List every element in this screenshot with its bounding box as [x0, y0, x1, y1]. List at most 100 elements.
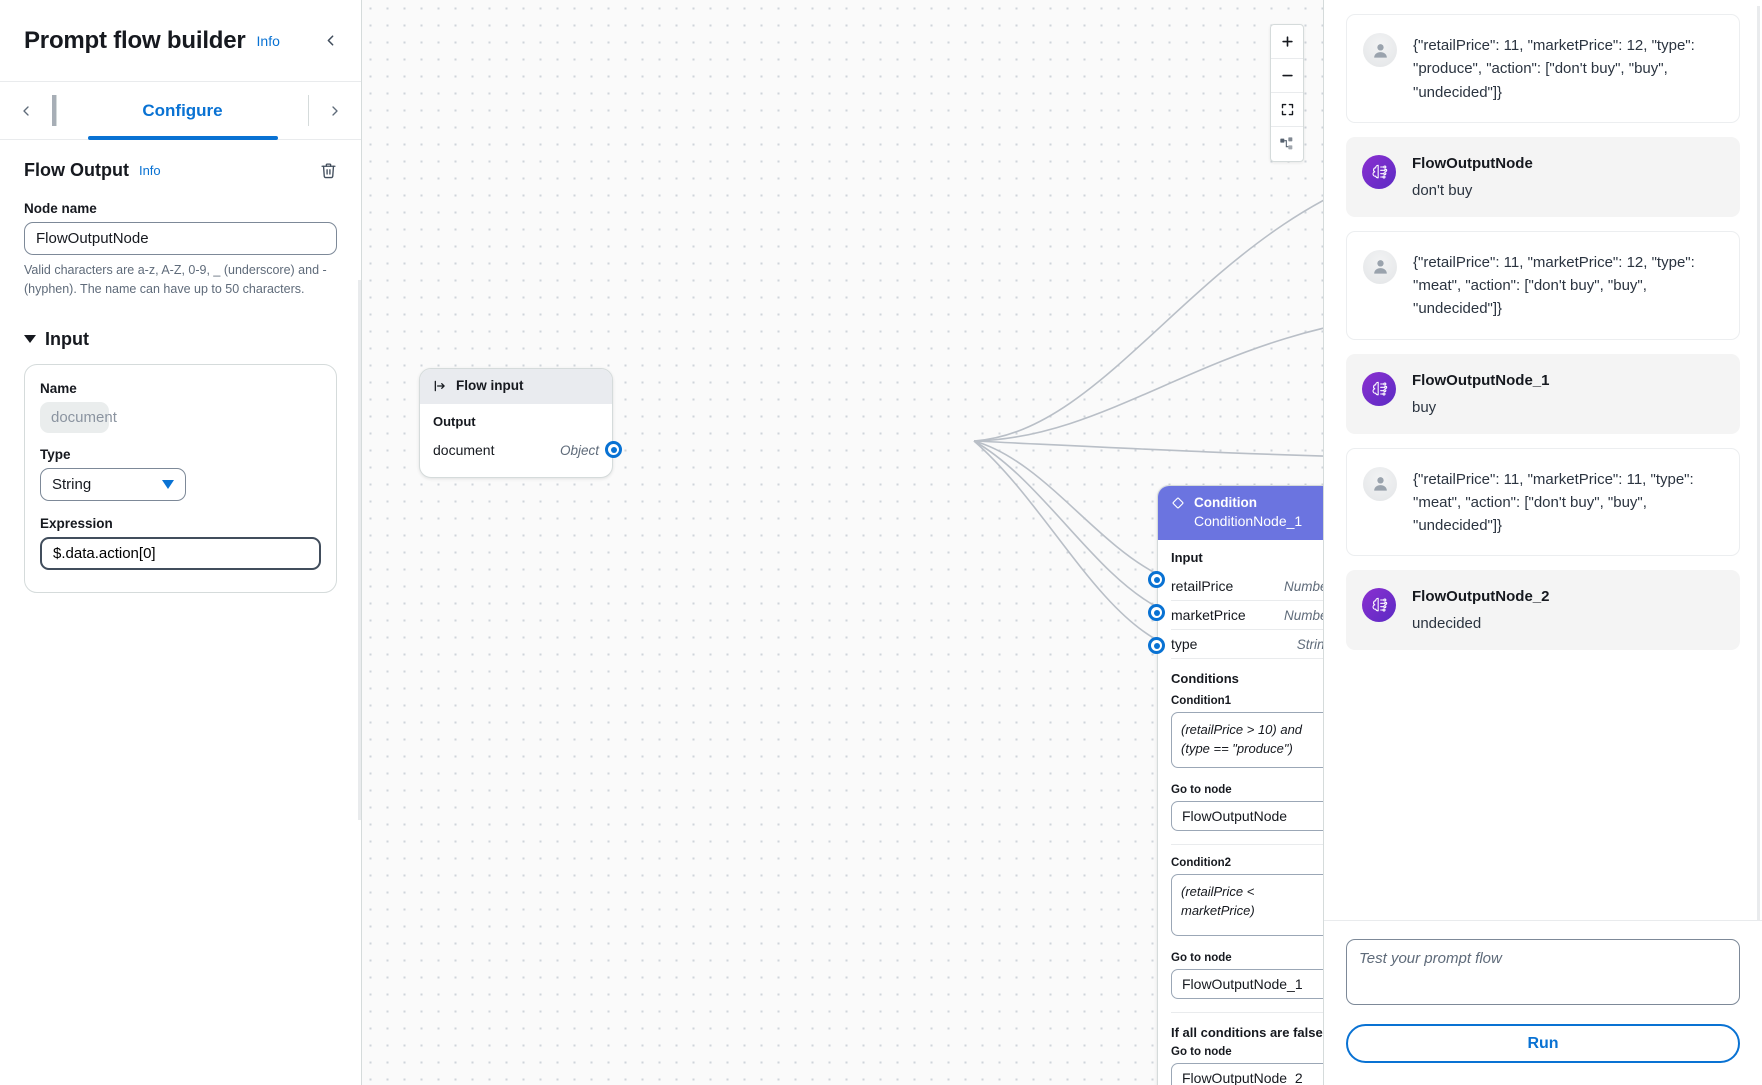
caret-down-icon	[24, 335, 36, 343]
port-condition-type-in[interactable]	[1148, 637, 1165, 654]
node-condition[interactable]: Condition ConditionNode_1 Input retailPr…	[1148, 485, 1324, 1085]
test-panel: {"retailPrice": 11, "marketPrice": 12, "…	[1324, 0, 1762, 1085]
node-flow-input-header: Flow input	[420, 369, 612, 404]
chat-message-bot: FlowOutputNode don't buy	[1346, 136, 1740, 217]
zoom-out-button[interactable]	[1271, 59, 1303, 93]
sidebar-tabs: Configure	[0, 82, 361, 140]
bot-avatar-icon	[1362, 154, 1396, 189]
condition1-label: Condition1	[1171, 695, 1232, 707]
port-flow-input-document-out[interactable]	[605, 441, 622, 458]
node-flow-input[interactable]: Flow input Output document Object	[419, 368, 622, 478]
node-name-input[interactable]	[24, 222, 337, 255]
chat-message-list: {"retailPrice": 11, "marketPrice": 12, "…	[1324, 0, 1762, 920]
sidebar-body: Flow Output Info Node name Valid charact…	[0, 140, 361, 1085]
conditions-divider-2	[1171, 1012, 1323, 1013]
goto3-node-select[interactable]: FlowOutputNode_2	[1171, 1063, 1323, 1085]
tabs-prev-button[interactable]	[0, 82, 52, 139]
node-condition-input-row: retailPrice Number	[1171, 572, 1323, 601]
chevron-down-icon	[162, 479, 174, 489]
condition2-expression-input[interactable]	[1171, 874, 1323, 936]
page-title-info-link[interactable]: Info	[257, 33, 280, 49]
chat-message-bot: FlowOutputNode_1 buy	[1346, 353, 1740, 434]
tab-configure[interactable]: Configure	[57, 82, 308, 140]
canvas-controls	[1270, 24, 1304, 162]
user-avatar-icon	[1363, 249, 1397, 284]
bot-avatar-icon	[1362, 588, 1396, 623]
run-button[interactable]: Run	[1346, 1024, 1740, 1063]
chat-message-user: {"retailPrice": 11, "marketPrice": 12, "…	[1346, 14, 1740, 123]
chat-message-text: {"retailPrice": 11, "marketPrice": 11, "…	[1413, 470, 1694, 535]
conditions-label: Conditions	[1171, 671, 1239, 686]
section-title: Flow Output	[24, 160, 129, 180]
bot-avatar-icon	[1362, 371, 1396, 406]
chat-message-node-name: FlowOutputNode_2	[1412, 588, 1550, 606]
node-condition-input-0-type: Number	[1283, 578, 1323, 594]
node-condition-input-1-name: marketPrice	[1171, 607, 1246, 623]
node-condition-input-2-type: String	[1296, 636, 1324, 652]
goto2-node-select[interactable]: FlowOutputNode_1	[1171, 969, 1323, 999]
goto2-node-value: FlowOutputNode_1	[1182, 976, 1303, 992]
input-type-label: Type	[40, 446, 71, 462]
input-config-card: Name document Type String Expression	[24, 363, 337, 593]
zoom-in-button[interactable]	[1271, 25, 1303, 59]
flow-output-section-header: Flow Output Info	[24, 160, 337, 181]
chat-message-node-name: FlowOutputNode	[1412, 154, 1533, 172]
flow-canvas[interactable]: Flow input Output document Object Condit…	[362, 0, 1324, 1085]
input-type-selected-value: String	[52, 475, 92, 493]
node-flow-input-io-name: document	[433, 442, 495, 458]
input-type-select[interactable]: String	[40, 467, 186, 501]
prompt-flow-builder-app: Prompt flow builder Info Configure Flow …	[0, 0, 1762, 1085]
page-title: Prompt flow builder	[24, 26, 246, 54]
goto1-node-value: FlowOutputNode	[1182, 808, 1288, 824]
chat-message-user: {"retailPrice": 11, "marketPrice": 12, "…	[1346, 230, 1740, 340]
goto1-node-select[interactable]: FlowOutputNode	[1171, 801, 1323, 831]
port-condition-retailprice-in[interactable]	[1148, 571, 1165, 588]
node-condition-type: Condition	[1194, 495, 1257, 510]
chat-message-text: {"retailPrice": 11, "marketPrice": 12, "…	[1413, 253, 1695, 318]
collapse-panel-button[interactable]	[322, 32, 339, 49]
input-section-toggle[interactable]: Input	[24, 329, 337, 350]
node-condition-header: Condition ConditionNode_1	[1158, 486, 1323, 540]
flow-input-icon	[434, 380, 445, 391]
goto1-label: Go to node	[1171, 784, 1232, 796]
trash-icon[interactable]	[320, 161, 337, 180]
all-conditions-false-label: If all conditions are false	[1171, 1025, 1323, 1040]
sidebar-scrollbar[interactable]	[358, 280, 361, 820]
tab-scroll-indicator	[52, 95, 56, 126]
expression-label: Expression	[40, 515, 113, 531]
auto-layout-button[interactable]	[1271, 127, 1303, 161]
node-flow-input-section-label: Output	[433, 414, 476, 429]
chat-message-bot: FlowOutputNode_2 undecided	[1346, 570, 1740, 651]
port-condition-marketprice-in[interactable]	[1148, 604, 1165, 621]
fit-view-button[interactable]	[1271, 93, 1303, 127]
node-condition-section-label: Input	[1171, 550, 1203, 565]
condition-diamond-icon	[1172, 497, 1184, 508]
input-section-title: Input	[45, 328, 89, 349]
node-condition-input-2-name: type	[1171, 636, 1198, 652]
node-condition-input-row: type String	[1171, 630, 1324, 659]
node-flow-input-type: Flow input	[456, 378, 524, 393]
node-condition-name: ConditionNode_1	[1194, 513, 1303, 529]
test-panel-footer: Run	[1324, 920, 1762, 1085]
user-avatar-icon	[1363, 33, 1397, 67]
configure-sidebar: Prompt flow builder Info Configure Flow …	[0, 0, 362, 1085]
conditions-divider	[1171, 844, 1323, 845]
chat-scrollbar[interactable]	[1757, 6, 1760, 920]
node-condition-conditions: Conditions Condition1 Go to node FlowOut…	[1158, 661, 1323, 1085]
tab-configure-label: Configure	[142, 100, 223, 120]
node-name-label: Node name	[24, 201, 97, 216]
condition1-expression-input[interactable]	[1171, 712, 1323, 768]
goto2-label: Go to node	[1171, 952, 1232, 964]
user-avatar-icon	[1363, 466, 1397, 501]
condition2-label: Condition2	[1171, 857, 1232, 869]
input-name-value: document	[40, 401, 117, 433]
chat-message-user: {"retailPrice": 11, "marketPrice": 11, "…	[1346, 447, 1740, 557]
chat-message-value: undecided	[1412, 615, 1482, 633]
expression-input[interactable]	[40, 536, 321, 570]
tabs-next-button[interactable]	[309, 82, 361, 139]
chat-message-value: don't buy	[1412, 181, 1473, 199]
prompt-input[interactable]	[1346, 939, 1740, 1005]
node-flow-input-io-type: Object	[559, 442, 599, 458]
section-info-link[interactable]: Info	[139, 163, 161, 178]
chat-message-value: buy	[1412, 398, 1437, 416]
